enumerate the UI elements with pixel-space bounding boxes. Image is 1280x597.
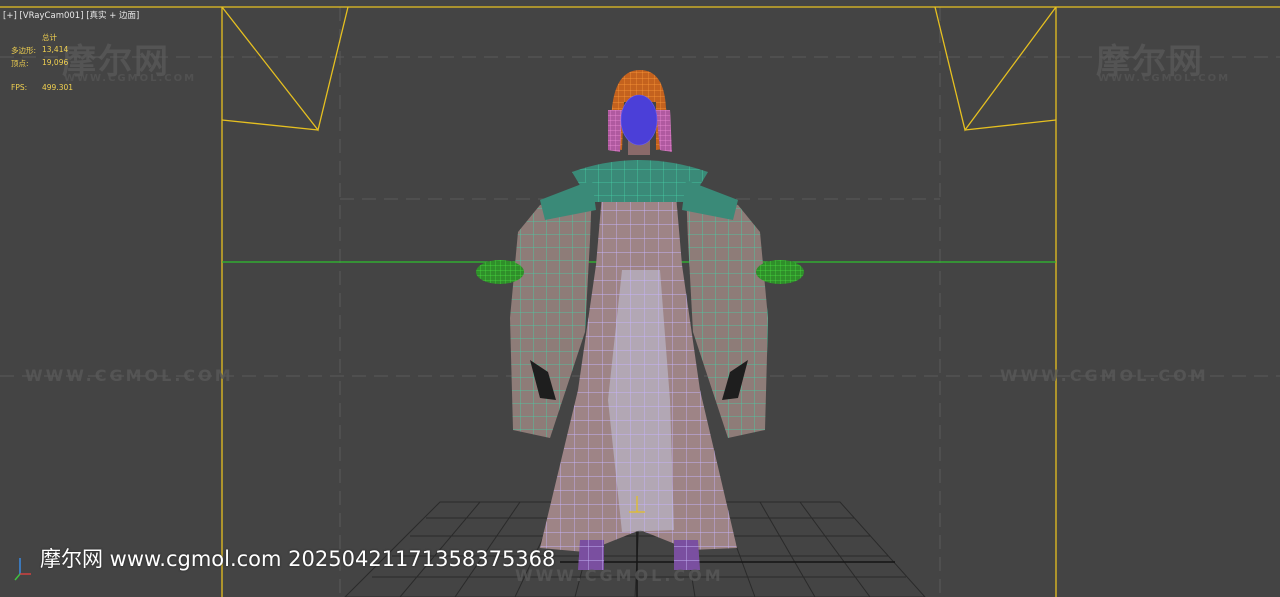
character-model[interactable] bbox=[476, 70, 804, 570]
viewport-label-menu[interactable]: [+] [VRayCam001] [真实 + 边面] bbox=[3, 9, 139, 21]
stats-polys-label: 多边形: bbox=[11, 46, 37, 55]
watermark-url-small-right: WWW.CGMOL.COM bbox=[1098, 73, 1231, 84]
watermark-url-small-left: WWW.CGMOL.COM bbox=[64, 73, 197, 84]
bottom-watermark-text: 摩尔网 www.cgmol.com 20250421171358375368 bbox=[40, 547, 556, 571]
stats-polys-value: 13,414 bbox=[42, 45, 69, 54]
stats-header: 总计 bbox=[42, 33, 57, 42]
stats-verts-value: 19,096 bbox=[42, 58, 69, 67]
scene-canvas[interactable] bbox=[0, 0, 1280, 597]
stats-verts-label: 顶点: bbox=[11, 59, 29, 68]
stats-fps-label: FPS: bbox=[11, 83, 28, 92]
3d-viewport[interactable]: 摩尔网 WWW.CGMOL.COM 摩尔网 WWW.CGMOL.COM WWW.… bbox=[0, 0, 1280, 597]
axis-tripod-icon bbox=[14, 558, 31, 581]
watermark-url-right: WWW.CGMOL.COM bbox=[1000, 366, 1209, 385]
watermark-url-left: WWW.CGMOL.COM bbox=[25, 366, 234, 385]
stats-fps-value: 499.301 bbox=[42, 83, 74, 92]
